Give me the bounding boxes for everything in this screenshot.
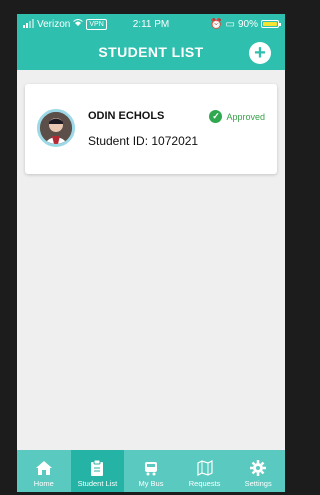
vpn-badge: VPN — [86, 18, 107, 30]
battery-icon — [261, 20, 281, 28]
status-left: Verizon VPN — [23, 18, 107, 30]
page-title: STUDENT LIST — [98, 44, 204, 60]
clipboard-icon — [91, 459, 104, 476]
tab-label: Home — [33, 479, 54, 488]
gear-icon — [250, 460, 267, 476]
tab-label: Settings — [244, 479, 272, 488]
wifi-icon — [73, 18, 84, 30]
status-text: Approved — [226, 111, 265, 122]
student-name: ODIN ECHOLS — [88, 110, 165, 122]
tab-settings[interactable]: Settings — [231, 450, 285, 492]
map-icon — [196, 460, 213, 476]
status-bar: Verizon VPN ⏰ ▭ 90% — [17, 14, 285, 34]
tab-home[interactable]: Home — [17, 450, 71, 492]
header-bar: Verizon VPN ⏰ ▭ 90% 2:11 PM STUDENT LIST… — [17, 14, 285, 70]
plus-icon: + — [254, 42, 266, 64]
bottom-tab-bar: Home Student List My Bus Requests Settin… — [17, 450, 285, 492]
status-badge: ✓ Approved — [209, 110, 265, 123]
cast-icon: ▭ — [225, 18, 235, 30]
student-photo-icon — [40, 112, 72, 144]
alarm-icon: ⏰ — [210, 18, 223, 30]
avatar — [37, 109, 75, 147]
tab-label: My Bus — [138, 479, 164, 488]
phone-screen: Verizon VPN ⏰ ▭ 90% 2:11 PM STUDENT LIST… — [17, 14, 285, 492]
tab-my-bus[interactable]: My Bus — [124, 450, 178, 492]
tab-requests[interactable]: Requests — [178, 450, 232, 492]
tab-student-list[interactable]: Student List — [70, 450, 125, 492]
tab-label: Student List — [77, 479, 118, 488]
home-icon — [35, 461, 52, 475]
signal-icon — [23, 19, 34, 28]
check-icon: ✓ — [209, 110, 223, 123]
carrier-label: Verizon — [37, 18, 71, 30]
bus-icon — [144, 462, 157, 476]
student-card[interactable]: ODIN ECHOLS Student ID: 1072021 ✓ Approv… — [25, 84, 277, 174]
status-right: ⏰ ▭ 90% — [210, 18, 281, 30]
add-student-button[interactable]: + — [249, 42, 271, 64]
student-id: Student ID: 1072021 — [88, 134, 199, 148]
battery-percent: 90% — [237, 18, 258, 30]
tab-label: Requests — [188, 479, 221, 488]
battery-fill — [263, 22, 277, 26]
